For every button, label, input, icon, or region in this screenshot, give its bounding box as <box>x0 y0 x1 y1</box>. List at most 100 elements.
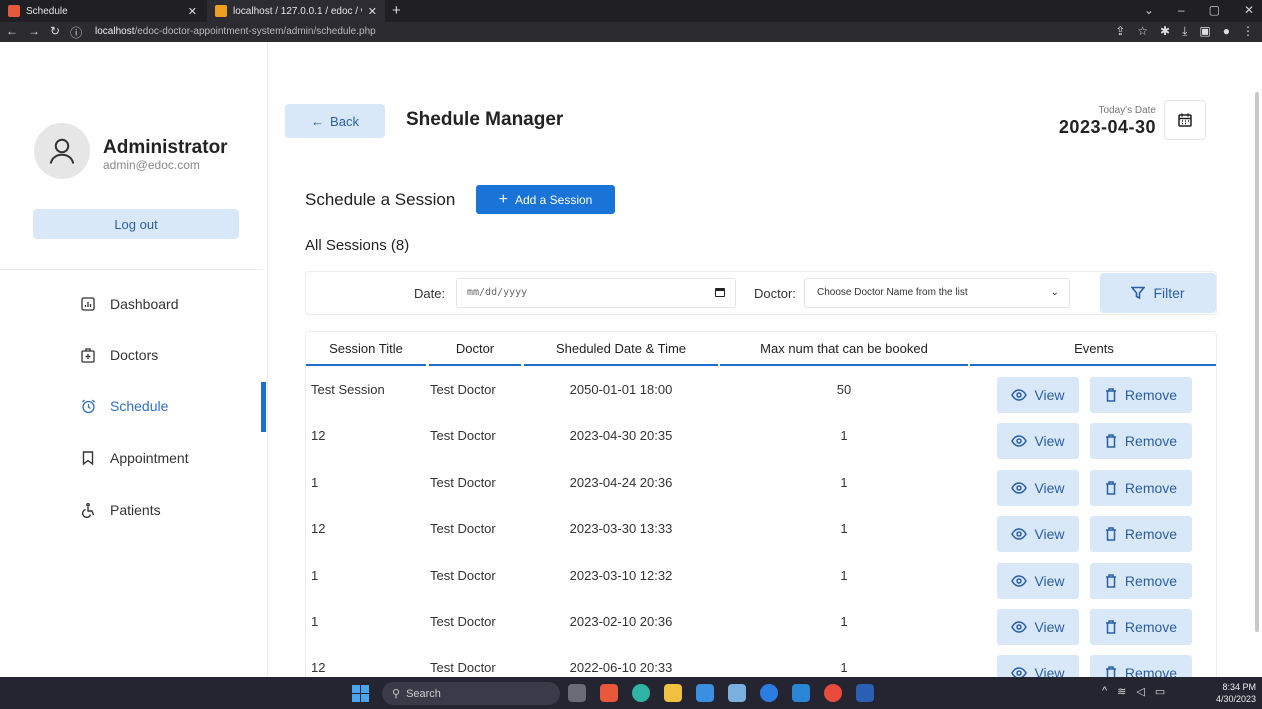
eye-icon <box>1011 389 1028 401</box>
date-filter-input[interactable]: mm/dd/yyyy <box>456 278 736 308</box>
word-icon[interactable] <box>856 684 874 702</box>
remove-button[interactable]: Remove <box>1090 609 1192 645</box>
edge-icon[interactable] <box>632 684 650 702</box>
windows-start-icon[interactable] <box>352 685 369 702</box>
volume-icon[interactable]: ◁ <box>1136 685 1144 698</box>
view-button[interactable]: View <box>997 377 1079 413</box>
view-button[interactable]: View <box>997 516 1079 553</box>
remove-label: Remove <box>1124 387 1178 403</box>
tab-title: localhost / 127.0.0.1 / edoc / wel <box>233 5 362 17</box>
remove-label: Remove <box>1124 665 1178 677</box>
back-arrow-icon[interactable]: ← <box>6 24 18 41</box>
sidebar-item-dashboard[interactable]: Dashboard <box>0 281 262 327</box>
task-view-icon[interactable] <box>568 684 586 702</box>
cell-datetime: 2023-03-10 12:32 <box>569 567 673 583</box>
sidebar-item-label: Appointment <box>110 450 189 466</box>
sidebar-item-patients[interactable]: Patients <box>0 487 262 533</box>
admin-name: Administrator <box>103 137 228 158</box>
view-label: View <box>1034 665 1065 677</box>
view-button[interactable]: View <box>997 562 1079 599</box>
chrome-icon[interactable] <box>824 684 842 702</box>
tray-chevron-up-icon[interactable]: ^ <box>1102 685 1107 698</box>
table-header: Session Title Doctor Sheduled Date & Tim… <box>306 332 1216 368</box>
doctor-filter-label: Doctor: <box>754 286 796 301</box>
remove-label: Remove <box>1124 619 1178 635</box>
calendar-picker-icon[interactable] <box>715 288 725 297</box>
xampp-icon[interactable] <box>600 684 618 702</box>
url-field[interactable]: localhost/edoc-doctor-appointment-system… <box>95 24 376 40</box>
browser-tab-schedule[interactable]: Schedule ✕ <box>0 0 205 22</box>
bookmark-star-icon[interactable]: ☆ <box>1137 24 1148 39</box>
calendar-icon <box>1178 113 1192 127</box>
add-session-button[interactable]: + Add a Session <box>476 185 615 214</box>
profile-icon[interactable]: ● <box>1223 24 1230 39</box>
battery-icon[interactable]: ▭ <box>1155 685 1165 698</box>
info-icon[interactable]: ⓘ <box>70 24 82 41</box>
table-row: 12 Test Doctor 2022-06-10 20:33 1 View Remove <box>306 647 1216 677</box>
close-window-icon[interactable]: ✕ <box>1244 3 1254 17</box>
share-icon[interactable]: ⇪ <box>1115 24 1125 39</box>
store-icon[interactable] <box>696 684 714 702</box>
remove-button[interactable]: Remove <box>1090 469 1192 506</box>
view-button[interactable]: View <box>997 655 1079 677</box>
vscode-icon[interactable] <box>792 684 810 702</box>
taskbar-clock[interactable]: 8:34 PM 4/30/2023 <box>1196 681 1256 705</box>
cell-max-bookings: 1 <box>840 428 848 444</box>
sidepanel-icon[interactable]: ▣ <box>1199 24 1210 39</box>
sidebar-item-doctors[interactable]: Doctors <box>0 332 262 378</box>
filter-button[interactable]: Filter <box>1100 273 1216 313</box>
cell-datetime: 2023-04-24 20:36 <box>569 474 673 490</box>
view-button[interactable]: View <box>997 609 1079 645</box>
sessions-table: Session Title Doctor Sheduled Date & Tim… <box>305 331 1217 677</box>
back-button[interactable]: ← Back <box>285 104 385 138</box>
file-explorer-icon[interactable] <box>664 684 682 702</box>
calculator-icon[interactable] <box>728 684 746 702</box>
cell-session-title: 1 <box>311 474 319 490</box>
clock-time: 8:34 PM <box>1222 682 1256 692</box>
taskbar-search[interactable]: ⚲ Search <box>382 682 560 705</box>
minimize-icon[interactable]: – <box>1178 3 1185 17</box>
chevron-down-icon: ⌄ <box>1050 287 1059 298</box>
close-tab-icon[interactable]: ✕ <box>368 5 377 18</box>
maximize-icon[interactable]: ▢ <box>1209 3 1220 17</box>
add-session-label: Add a Session <box>514 192 593 207</box>
remove-button[interactable]: Remove <box>1090 377 1192 413</box>
calendar-favicon-icon <box>8 5 20 17</box>
view-button[interactable]: View <box>997 423 1079 460</box>
tab-search-chevron-icon[interactable]: ⌄ <box>1144 3 1154 17</box>
view-button[interactable]: View <box>997 469 1079 506</box>
sidebar-item-appointment[interactable]: Appointment <box>0 435 262 481</box>
calendar-button[interactable] <box>1164 100 1206 140</box>
page-scrollbar[interactable] <box>1255 92 1259 632</box>
tab-title: Schedule <box>26 5 68 17</box>
doctor-select-value: Choose Doctor Name from the list <box>817 287 968 298</box>
reload-icon[interactable]: ↻ <box>50 24 60 41</box>
remove-button[interactable]: Remove <box>1090 655 1192 677</box>
trash-icon <box>1105 481 1116 495</box>
filter-bar: Date: mm/dd/yyyy Doctor: Choose Doctor N… <box>305 271 1217 315</box>
column-header-session-title: Session Title <box>306 332 426 366</box>
sidebar: Administrator admin@edoc.com Log out Das… <box>0 42 268 677</box>
browser-tab-phpmyadmin[interactable]: localhost / 127.0.0.1 / edoc / wel ✕ <box>207 0 385 22</box>
doctor-select[interactable]: Choose Doctor Name from the list ⌄ <box>804 278 1070 308</box>
wifi-icon[interactable]: ≋ <box>1117 685 1126 698</box>
extensions-icon[interactable]: ✱ <box>1160 24 1170 39</box>
sidebar-item-schedule[interactable]: Schedule <box>0 383 262 429</box>
forward-arrow-icon[interactable]: → <box>28 24 40 41</box>
new-tab-icon[interactable]: + <box>392 2 401 19</box>
clock-date: 4/30/2023 <box>1215 694 1256 704</box>
cell-session-title: 12 <box>311 660 326 676</box>
messenger-icon[interactable] <box>760 684 778 702</box>
logout-button[interactable]: Log out <box>33 209 239 239</box>
remove-button[interactable]: Remove <box>1090 423 1192 460</box>
close-tab-icon[interactable]: ✕ <box>188 5 197 18</box>
back-label: Back <box>330 113 359 129</box>
table-row: Test Session Test Doctor 2050-01-01 18:00 5… <box>306 369 1216 415</box>
remove-button[interactable]: Remove <box>1090 562 1192 599</box>
view-label: View <box>1034 526 1065 543</box>
cell-doctor: Test Doctor <box>430 474 496 490</box>
download-icon[interactable]: ⤓ <box>1182 24 1187 39</box>
cell-max-bookings: 1 <box>840 660 848 676</box>
menu-icon[interactable]: ⋮ <box>1242 24 1254 39</box>
remove-button[interactable]: Remove <box>1090 516 1192 553</box>
